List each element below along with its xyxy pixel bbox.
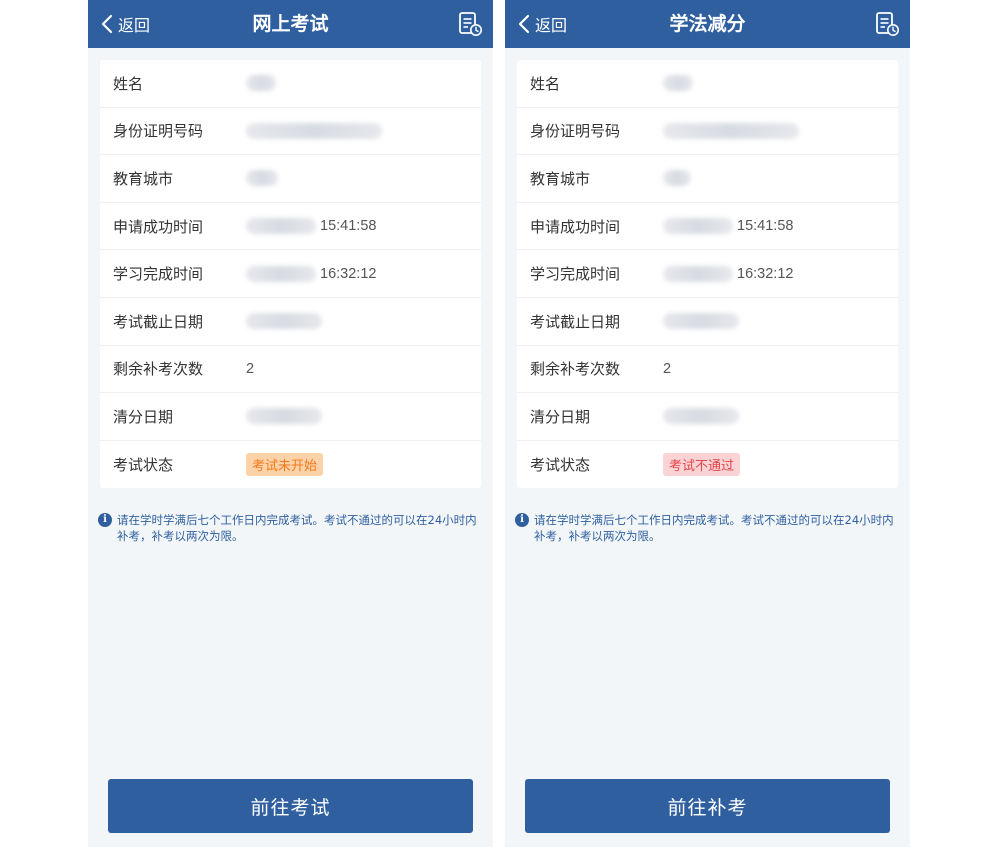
field-label: 身份证明号码 (113, 122, 204, 141)
field-label: 清分日期 (530, 407, 591, 426)
notice: i 请在学时学满后七个工作日内完成考试。考试不通过的可以在24小时内补考，补考以… (98, 512, 477, 544)
go-to-retake-button[interactable]: 前往补考 (525, 779, 890, 833)
info-row-name: 姓名 (517, 60, 898, 108)
field-value-redacted (663, 170, 695, 187)
field-label: 教育城市 (113, 169, 174, 188)
field-label: 姓名 (530, 74, 561, 93)
info-row-remaining: 剩余补考次数 2 (517, 346, 898, 394)
study-time: 16:32:12 (320, 265, 377, 282)
field-label: 申请成功时间 (530, 217, 621, 236)
info-row-deadline: 考试截止日期 (517, 298, 898, 346)
remaining-count: 2 (246, 360, 255, 377)
exam-info-card: 姓名 身份证明号码 教育城市 申请成功时间 15:41:58 学习完成时间 16… (517, 60, 898, 489)
field-value-redacted (246, 170, 282, 187)
field-value-redacted (663, 313, 743, 330)
field-label: 教育城市 (530, 169, 591, 188)
field-label: 剩余补考次数 (530, 360, 621, 379)
field-value: 16:32:12 (246, 265, 377, 282)
back-button[interactable]: 返回 (100, 0, 150, 48)
back-label: 返回 (118, 16, 151, 35)
notice: i 请在学时学满后七个工作日内完成考试。考试不通过的可以在24小时内补考，补考以… (515, 512, 894, 544)
field-label: 学习完成时间 (113, 265, 204, 284)
info-row-study-time: 学习完成时间 16:32:12 (100, 250, 481, 298)
info-row-clear-date: 清分日期 (517, 393, 898, 441)
app-header: 返回 学法减分 (505, 0, 910, 48)
field-value-redacted (246, 75, 280, 92)
status-badge: 考试未开始 (246, 453, 324, 477)
field-label: 考试截止日期 (530, 312, 621, 331)
field-label: 剩余补考次数 (113, 360, 204, 379)
info-row-id: 身份证明号码 (100, 108, 481, 156)
field-label: 考试状态 (113, 456, 174, 475)
exam-info-card: 姓名 身份证明号码 教育城市 申请成功时间 15:41:58 学习完成时间 16… (100, 60, 481, 489)
field-value: 15:41:58 (246, 218, 377, 235)
field-label: 考试截止日期 (113, 312, 204, 331)
notice-text: 请在学时学满后七个工作日内完成考试。考试不通过的可以在24小时内补考，补考以两次… (117, 513, 477, 544)
apply-time: 15:41:58 (320, 218, 377, 235)
notice-text: 请在学时学满后七个工作日内完成考试。考试不通过的可以在24小时内补考，补考以两次… (534, 513, 894, 544)
field-label: 考试状态 (530, 456, 591, 475)
info-row-apply-time: 申请成功时间 15:41:58 (100, 203, 481, 251)
info-row-remaining: 剩余补考次数 2 (100, 346, 481, 394)
field-value: 16:32:12 (663, 265, 794, 282)
info-row-id: 身份证明号码 (517, 108, 898, 156)
study-time: 16:32:12 (737, 265, 794, 282)
field-label: 清分日期 (113, 407, 174, 426)
field-label: 姓名 (113, 74, 144, 93)
field-label: 学习完成时间 (530, 265, 621, 284)
go-to-exam-button[interactable]: 前往考试 (108, 779, 473, 833)
remaining-count: 2 (663, 360, 672, 377)
info-icon: i (515, 513, 529, 528)
chevron-left-icon (518, 14, 530, 34)
right-phone-screen: 返回 学法减分 姓名 身份证明号码 教育城市 申请成功时间 15:41:58 学… (505, 0, 910, 847)
info-row-name: 姓名 (100, 60, 481, 108)
field-value: 15:41:58 (663, 218, 794, 235)
chevron-left-icon (101, 14, 113, 34)
field-value-redacted (663, 408, 743, 425)
info-row-status: 考试状态 考试不通过 (517, 441, 898, 489)
field-label: 申请成功时间 (113, 217, 204, 236)
field-value-redacted (246, 313, 326, 330)
field-label: 身份证明号码 (530, 122, 621, 141)
document-clock-icon[interactable] (874, 11, 900, 37)
app-header: 返回 网上考试 (88, 0, 493, 48)
back-label: 返回 (535, 16, 568, 35)
info-row-apply-time: 申请成功时间 15:41:58 (517, 203, 898, 251)
info-row-city: 教育城市 (100, 155, 481, 203)
info-row-deadline: 考试截止日期 (100, 298, 481, 346)
info-row-city: 教育城市 (517, 155, 898, 203)
info-icon: i (98, 513, 112, 528)
field-value-redacted (663, 75, 697, 92)
info-row-status: 考试状态 考试未开始 (100, 441, 481, 489)
document-clock-icon[interactable] (457, 11, 483, 37)
status-badge: 考试不通过 (663, 453, 741, 477)
field-value-redacted (246, 408, 326, 425)
info-row-clear-date: 清分日期 (100, 393, 481, 441)
info-row-study-time: 学习完成时间 16:32:12 (517, 250, 898, 298)
apply-time: 15:41:58 (737, 218, 794, 235)
field-value-redacted (663, 122, 803, 139)
left-phone-screen: 返回 网上考试 姓名 身份证明号码 教育城市 申请成功时间 15:41:58 学… (88, 0, 493, 847)
field-value-redacted (246, 122, 386, 139)
back-button[interactable]: 返回 (517, 0, 567, 48)
